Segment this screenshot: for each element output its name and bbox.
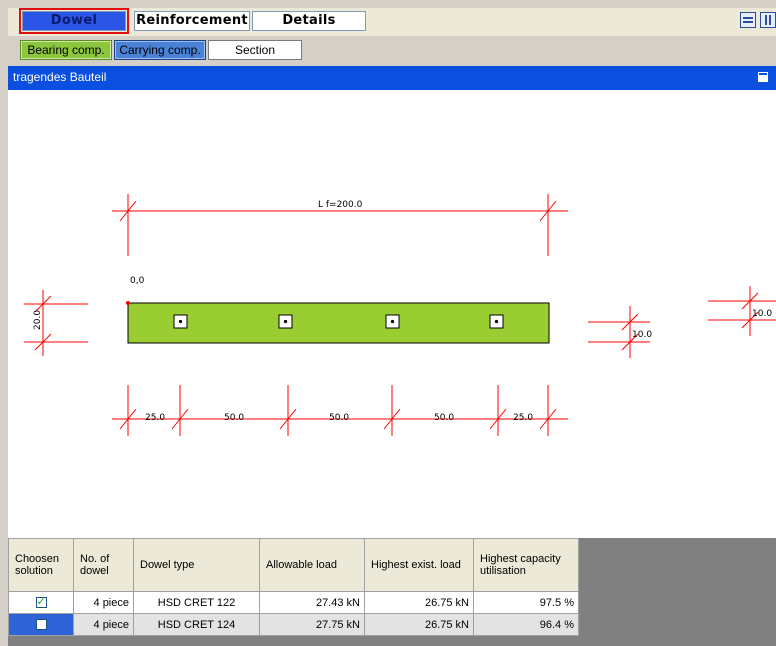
chosen-cell[interactable]	[8, 613, 74, 636]
utilisation-cell: 97.5 %	[473, 591, 579, 614]
count-cell: 4 piece	[73, 591, 134, 614]
utilisation-cell: 96.4 %	[473, 613, 579, 636]
right-dimension-label-2: 10.0	[752, 309, 772, 319]
type-cell: HSD CRET 124	[133, 613, 260, 636]
col-header-allowable[interactable]: Allowable load	[259, 538, 365, 592]
dowel-layout-drawing: L f=200.0 0,0 20.0 10.0 10.0 25.0 50.0 5…	[24, 194, 776, 436]
allowable-cell: 27.43 kN	[259, 591, 365, 614]
results-table: Choosen solution No. of dowel Dowel type…	[8, 538, 579, 636]
results-grid-area: Choosen solution No. of dowel Dowel type…	[8, 538, 776, 646]
col-header-chosen[interactable]: Choosen solution	[8, 538, 74, 592]
sub-tab-bar: Bearing comp. Carrying comp. Section	[8, 37, 776, 66]
length-label: L f=200.0	[318, 200, 363, 210]
chosen-checkbox[interactable]	[35, 619, 47, 631]
vertical-split-icon[interactable]	[760, 12, 776, 28]
chosen-cell[interactable]	[8, 591, 74, 614]
col-header-type[interactable]: Dowel type	[133, 538, 260, 592]
component-bar	[127, 302, 550, 344]
panel-title: tragendes Bauteil	[13, 70, 107, 84]
drawing-canvas: L f=200.0 0,0 20.0 10.0 10.0 25.0 50.0 5…	[8, 90, 776, 538]
height-label: 20.0	[33, 310, 43, 330]
view-toggle-group	[740, 12, 776, 30]
app-window: Dowel Reinforcement Details Bearing comp…	[8, 8, 776, 646]
tab-details[interactable]: Details	[252, 11, 366, 31]
count-cell: 4 piece	[73, 613, 134, 636]
existing-cell: 26.75 kN	[364, 591, 474, 614]
tab-bearing-comp[interactable]: Bearing comp.	[20, 40, 112, 60]
horizontal-split-icon[interactable]	[740, 12, 756, 28]
tab-reinforcement[interactable]: Reinforcement	[134, 11, 250, 31]
spacing-label: 50.0	[434, 413, 454, 423]
spacing-label: 25.0	[513, 413, 533, 423]
tab-dowel[interactable]: Dowel	[19, 8, 129, 34]
col-header-utilisation[interactable]: Highest capacity utilisation	[473, 538, 579, 592]
allowable-cell: 27.75 kN	[259, 613, 365, 636]
spacing-label: 25.0	[145, 413, 165, 423]
right-dimension-label-1: 10.0	[632, 330, 652, 340]
origin-label: 0,0	[130, 276, 145, 286]
table-row[interactable]: 4 piece HSD CRET 124 27.75 kN 26.75 kN 9…	[8, 613, 579, 636]
table-row[interactable]: 4 piece HSD CRET 122 27.43 kN 26.75 kN 9…	[8, 591, 579, 614]
spacing-label: 50.0	[224, 413, 244, 423]
restore-window-icon[interactable]	[758, 72, 768, 82]
col-header-existing[interactable]: Highest exist. load	[364, 538, 474, 592]
type-cell: HSD CRET 122	[133, 591, 260, 614]
panel-header: tragendes Bauteil	[8, 66, 776, 90]
col-header-count[interactable]: No. of dowel	[73, 538, 134, 592]
origin-point	[126, 301, 130, 305]
chosen-checkbox[interactable]	[35, 595, 47, 609]
tab-section[interactable]: Section	[208, 40, 302, 60]
spacing-label: 50.0	[329, 413, 349, 423]
tab-carrying-comp[interactable]: Carrying comp.	[114, 40, 206, 60]
existing-cell: 26.75 kN	[364, 613, 474, 636]
main-tab-bar: Dowel Reinforcement Details	[8, 8, 776, 36]
table-header-row: Choosen solution No. of dowel Dowel type…	[8, 538, 579, 592]
